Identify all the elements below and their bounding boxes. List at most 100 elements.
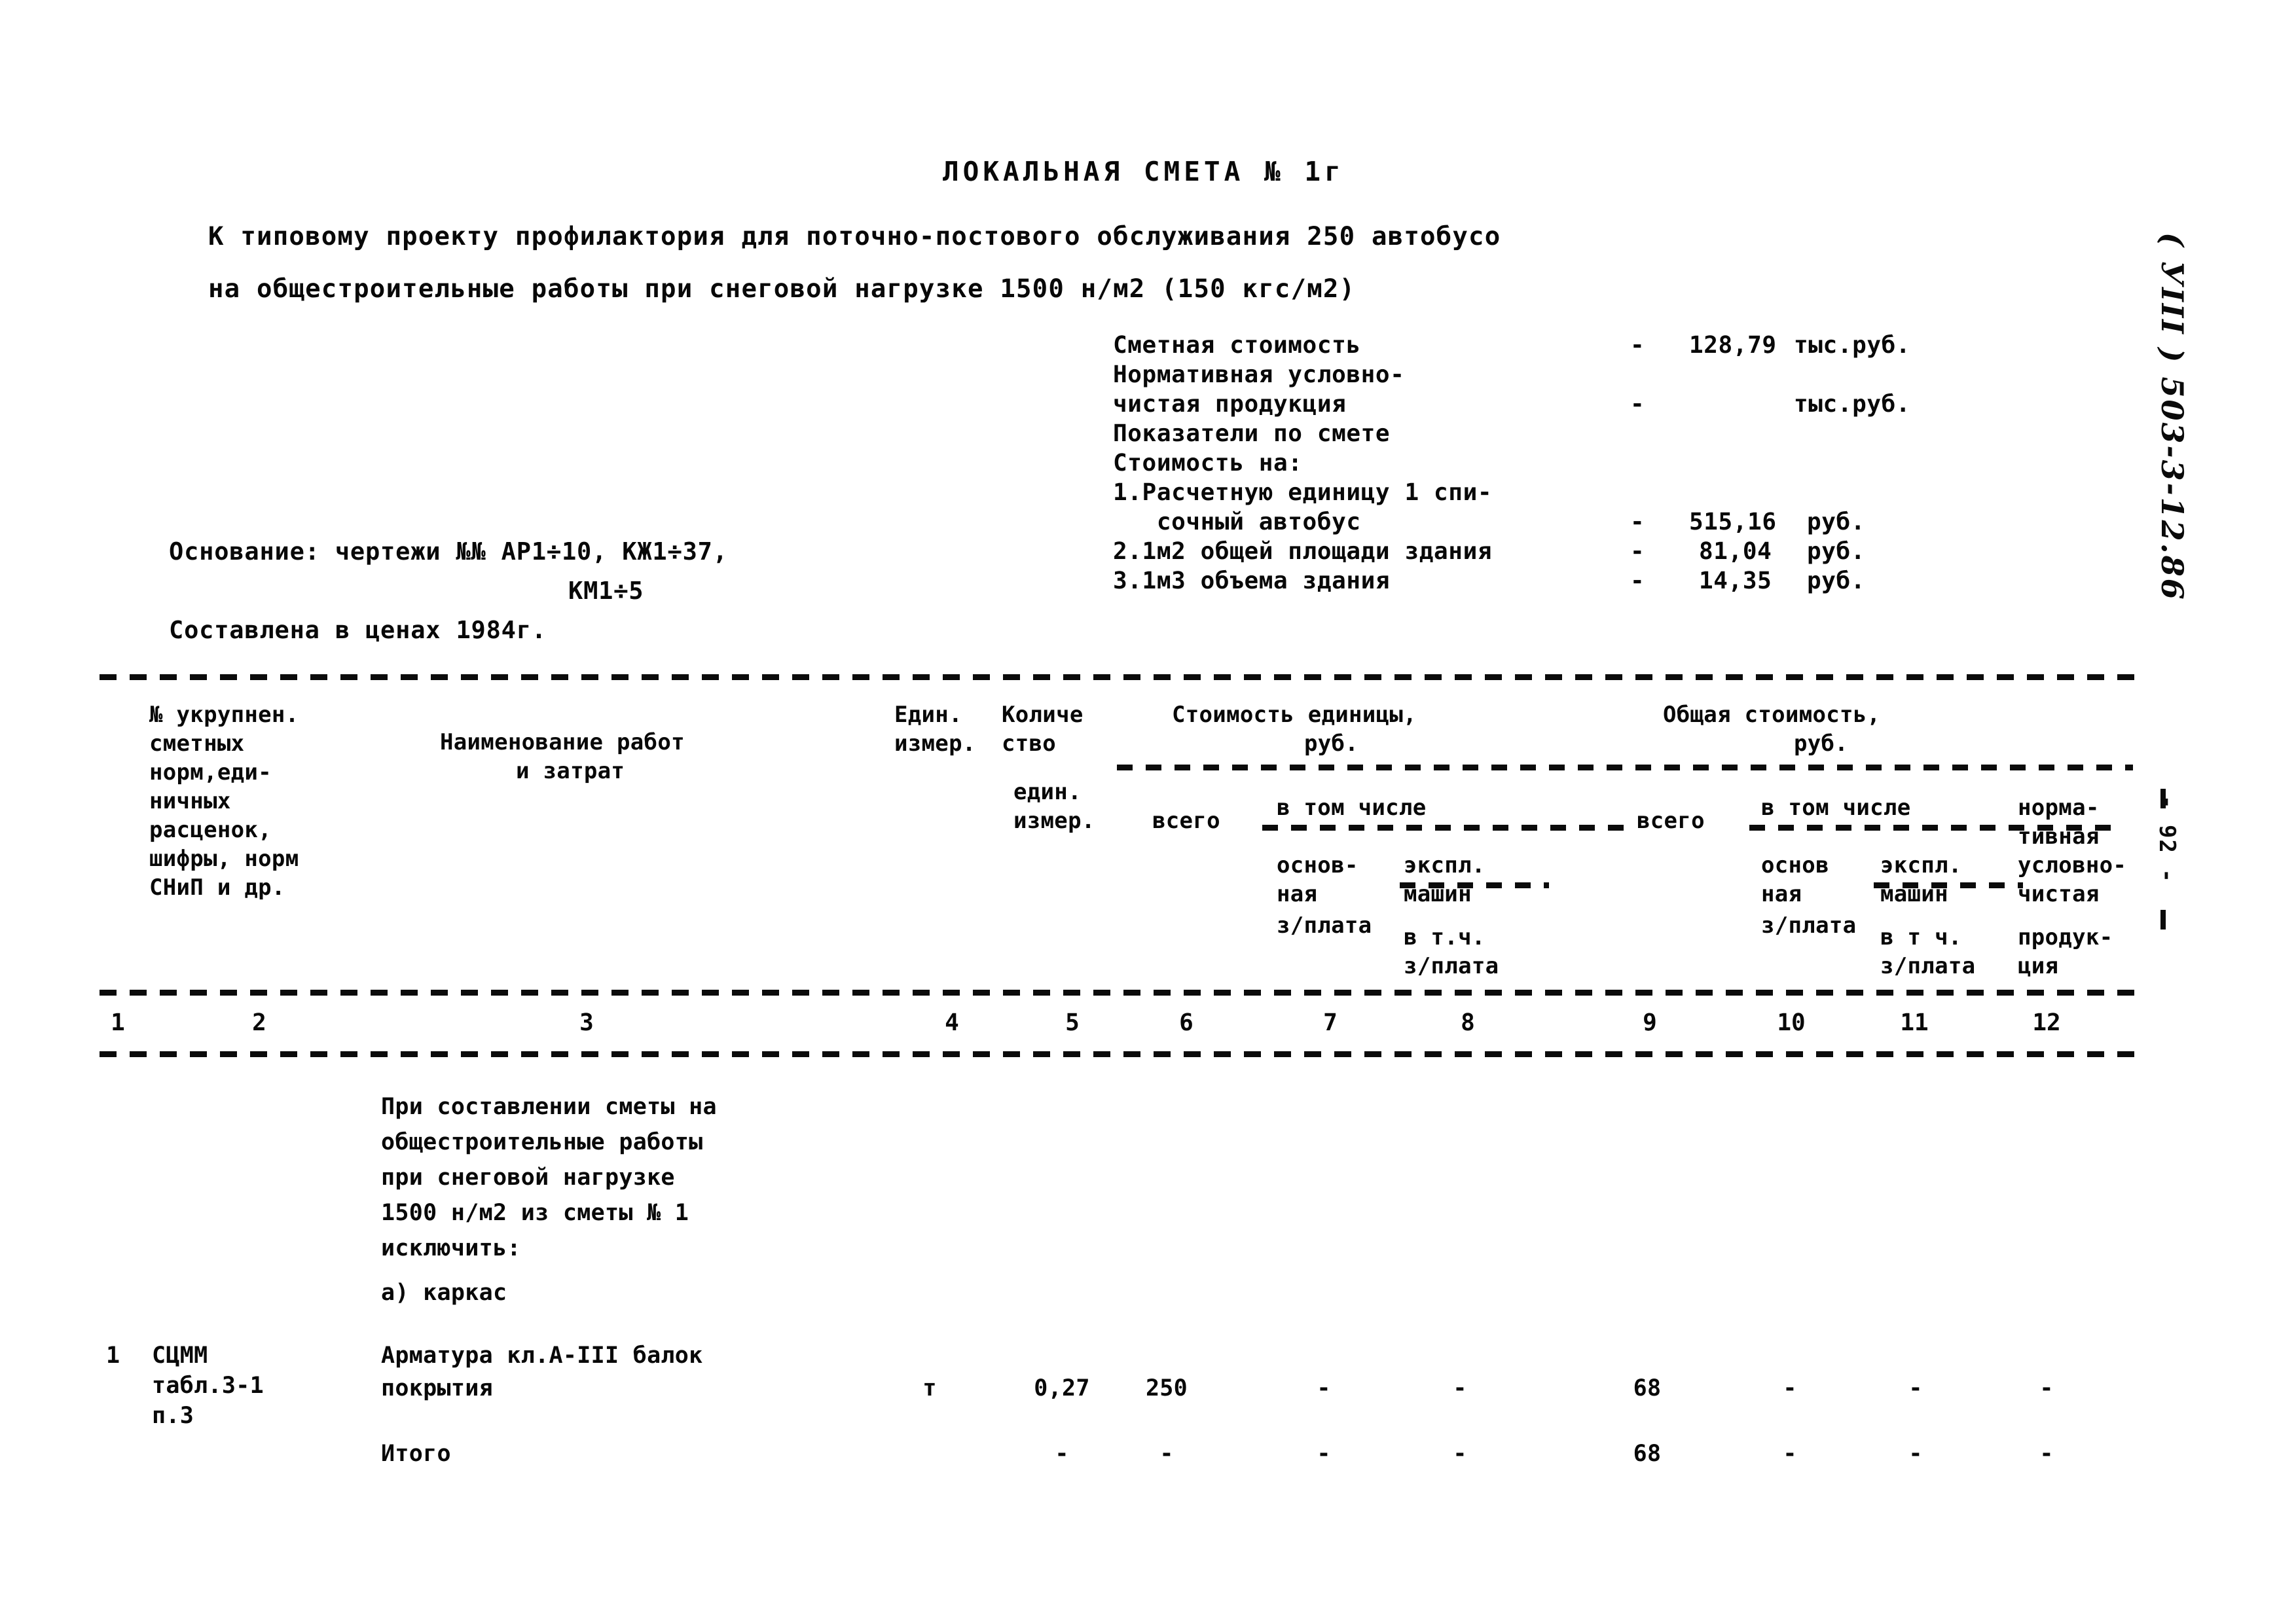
- unit-among-rule: [1262, 825, 1629, 831]
- group-header-unit-cost-line2: руб.: [1304, 731, 1359, 757]
- table-top-rule: [100, 674, 2134, 680]
- page-title: ЛОКАЛЬНАЯ СМЕТА № 1г: [943, 156, 1345, 187]
- summary-row: 1.Расчетную единицу 1 спи-: [1113, 478, 2030, 507]
- column-header-10-line1: основ: [1761, 852, 1829, 878]
- summary-row: Показатели по смете: [1113, 419, 2030, 448]
- summary-value: 128,79: [1689, 332, 1777, 359]
- table-row-col7: -: [1317, 1375, 1331, 1401]
- summary-label: Показатели по смете: [1113, 420, 1391, 447]
- table-row-name-line1: Арматура кл.А-III балок: [381, 1343, 703, 1369]
- note-line-4: 1500 н/м2 из сметы № 1: [381, 1200, 689, 1226]
- table-row-unit: т: [922, 1375, 937, 1401]
- summary-label: Стоимость на:: [1113, 450, 1303, 477]
- column-header-unit-among: в том числе: [1277, 795, 1427, 821]
- basis-line-1: Основание: чертежи №№ АР1÷10, КЖ1÷37,: [169, 537, 728, 566]
- column-header-total-among: в том числе: [1761, 795, 1911, 821]
- column-numbers-rule: [100, 1051, 2134, 1057]
- table-row-col9: 68: [1633, 1441, 1662, 1467]
- column-number-8: 8: [1461, 1009, 1475, 1036]
- column-header-12-line1: норма-: [2018, 795, 2100, 821]
- table-row-col10: -: [1783, 1441, 1797, 1467]
- column-header-8-line3: в т.ч.: [1404, 924, 1485, 950]
- basis-line-2: КМ1÷5: [568, 577, 644, 605]
- column-header-1: № укрупнен. сметных норм,еди- ничных рас…: [149, 702, 299, 901]
- summary-row: Сметная стоимость - 128,79 тыс.руб.: [1113, 331, 2030, 360]
- table-row-number: 1: [106, 1343, 120, 1369]
- group-header-unit-cost-line1: Стоимость единицы,: [1172, 702, 1417, 728]
- table-row-col11: -: [1908, 1441, 1923, 1467]
- column-number-1: 1: [111, 1009, 125, 1036]
- summary-dash: -: [1630, 568, 1645, 594]
- note-line-2: общестроительные работы: [381, 1129, 703, 1155]
- table-row-col12: -: [2039, 1375, 2054, 1401]
- note-line-1: При составлении сметы на: [381, 1094, 717, 1120]
- summary-label: Сметная стоимость: [1113, 332, 1361, 359]
- summary-label: сочный автобус: [1113, 509, 1361, 535]
- table-row-col8: -: [1453, 1441, 1467, 1467]
- right-margin-tick-top: [2160, 789, 2166, 808]
- summary-dash: -: [1630, 332, 1645, 359]
- column-header-3-line1: Наименование работ: [440, 729, 685, 755]
- table-row-col12: -: [2039, 1441, 2054, 1467]
- table-row-col6: -: [1159, 1441, 1174, 1467]
- summary-row: чистая продукция - тыс.руб.: [1113, 389, 2030, 419]
- table-header-bottom-rule: [100, 990, 2134, 996]
- table-row-col6: 250: [1145, 1375, 1188, 1401]
- column-header-12-line2: тивная: [2018, 823, 2100, 850]
- column-number-4: 4: [945, 1009, 959, 1036]
- summary-unit: руб.: [1807, 538, 1866, 565]
- column-header-12-line6: ция: [2018, 953, 2059, 979]
- group-header-total-cost-line2: руб.: [1794, 731, 1849, 757]
- column-number-11: 11: [1900, 1009, 1929, 1036]
- summary-label: 1.Расчетную единицу 1 спи-: [1113, 479, 1493, 506]
- column-number-9: 9: [1643, 1009, 1657, 1036]
- summary-row: Стоимость на:: [1113, 448, 2030, 478]
- column-header-7-line3: з/плата: [1277, 912, 1372, 939]
- column-header-11-line1: экспл.: [1880, 852, 1962, 878]
- column-header-7-line1: основ-: [1277, 852, 1358, 878]
- summary-label: 3.1м3 объема здания: [1113, 568, 1391, 594]
- table-row-col7: -: [1317, 1441, 1331, 1467]
- table-row-col9: 68: [1633, 1375, 1662, 1401]
- summary-unit: тыс.руб.: [1794, 391, 1911, 418]
- summary-row: Нормативная условно-: [1113, 360, 2030, 389]
- column-header-3-line2: и затрат: [516, 758, 625, 784]
- summary-unit: тыс.руб.: [1794, 332, 1911, 359]
- column-header-4-line1: Един.: [894, 702, 962, 728]
- summary-row: сочный автобус - 515,16 руб.: [1113, 507, 2030, 537]
- summary-dash: -: [1630, 538, 1645, 565]
- table-row-col11: -: [1908, 1375, 1923, 1401]
- note-line-3: при снеговой нагрузке: [381, 1164, 675, 1191]
- column-header-12-line5: продук-: [2018, 924, 2113, 950]
- column-header-7-line2: ная: [1277, 881, 1318, 907]
- column-header-5-line4: измер.: [1013, 808, 1095, 834]
- table-row-name-line1: Итого: [381, 1441, 451, 1467]
- page-number: - 92 -: [2154, 795, 2180, 884]
- document-page: ЛОКАЛЬНАЯ СМЕТА № 1г К типовому проекту …: [0, 0, 2296, 1624]
- column-number-10: 10: [1777, 1009, 1806, 1036]
- table-row-name-line2: покрытия: [381, 1375, 493, 1401]
- table-row-col10: -: [1783, 1375, 1797, 1401]
- summary-unit: руб.: [1807, 509, 1866, 535]
- margin-code: ( УIII ) 503-3-12.86: [2155, 232, 2190, 602]
- summary-row: 3.1м3 объема здания - 14,35 руб.: [1113, 566, 2030, 596]
- column-header-5-line2: ство: [1002, 731, 1057, 757]
- summary-dash: -: [1630, 391, 1645, 418]
- right-margin-tick-bottom: [2160, 910, 2166, 929]
- column-number-3: 3: [579, 1009, 594, 1036]
- summary-row: 2.1м2 общей площади здания - 81,04 руб.: [1113, 537, 2030, 566]
- column-number-6: 6: [1179, 1009, 1194, 1036]
- note-line-5: исключить:: [381, 1235, 521, 1261]
- column-number-12: 12: [2032, 1009, 2061, 1036]
- table-row-code: СЦММ табл.3-1 п.3: [152, 1343, 264, 1429]
- summary-label: Нормативная условно-: [1113, 361, 1405, 388]
- summary-label: 2.1м2 общей площади здания: [1113, 538, 1493, 565]
- column-header-12-line3: условно-: [2018, 852, 2127, 878]
- table-row-quantity: -: [1055, 1441, 1069, 1467]
- summary-block: Сметная стоимость - 128,79 тыс.руб. Норм…: [1113, 331, 2030, 596]
- column-number-2: 2: [252, 1009, 266, 1036]
- subtitle-line-2: на общестроительные работы при снеговой …: [208, 274, 1356, 304]
- table-row-col8: -: [1453, 1375, 1467, 1401]
- column-header-5-line1: Количе: [1002, 702, 1084, 728]
- column-header-12-line4: чистая: [2018, 881, 2100, 907]
